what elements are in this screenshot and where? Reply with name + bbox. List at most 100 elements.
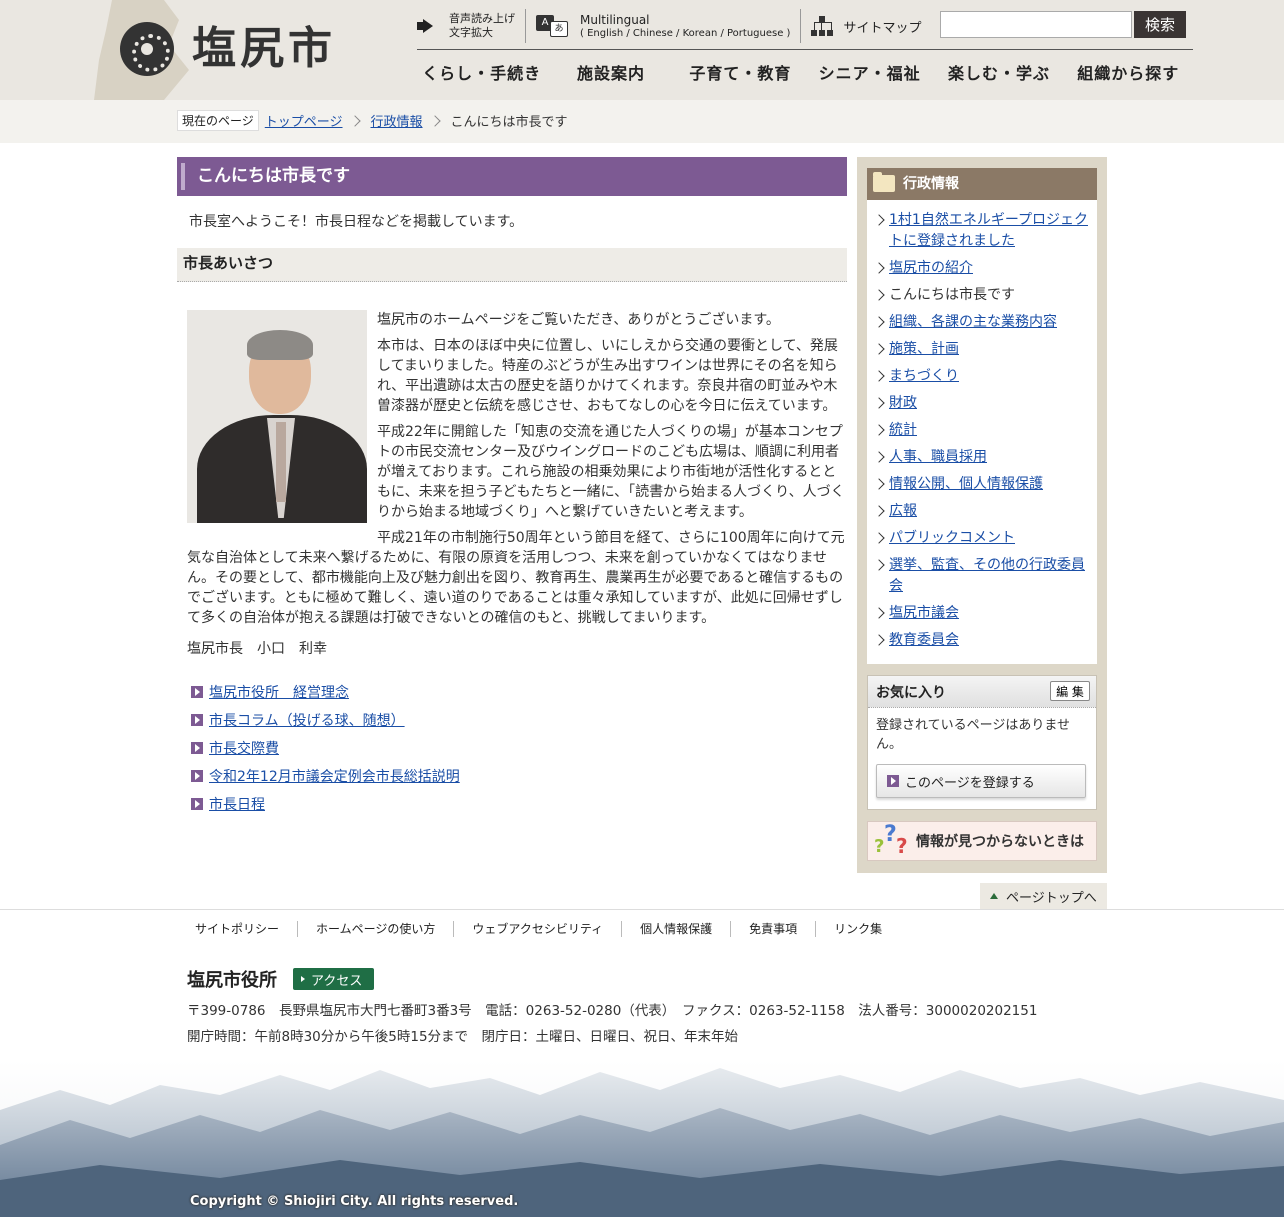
question-icon: ? ? ? — [874, 822, 908, 858]
footer-links: サイトポリシー ホームページの使い方 ウェブアクセシビリティ 個人情報保護 免責… — [177, 918, 900, 940]
sidebar-item-energy[interactable]: 1村1自然エネルギープロジェクトに登録されました — [889, 212, 1088, 249]
sidebar-item-pr[interactable]: 広報 — [889, 503, 917, 519]
arrow-right-icon — [191, 742, 203, 754]
arrow-right-icon — [191, 798, 203, 810]
help-label: 情報が見つからないときは — [916, 834, 1084, 850]
link-schedule[interactable]: 市長日程 — [209, 794, 265, 814]
divider — [800, 9, 802, 43]
sidebar-item: 1村1自然エネルギープロジェクトに登録されました — [875, 210, 1091, 252]
multilingual-title: Multilingual — [580, 12, 650, 27]
divider — [525, 9, 526, 43]
sitemap-label: サイトマップ — [843, 20, 922, 36]
sitemap-link[interactable]: サイトマップ — [811, 8, 921, 44]
greeting-paragraph: 平成21年の市制施行50周年という節目を経て、さらに100周年に向けて元気な自治… — [187, 530, 845, 626]
link-philosophy[interactable]: 塩尻市役所 経営理念 — [209, 682, 349, 702]
sidebar-item: 広報 — [875, 501, 1091, 522]
sidebar-list: 1村1自然エネルギープロジェクトに登録されました 塩尻市の紹介 こんにちは市長で… — [867, 200, 1097, 651]
help-banner[interactable]: ? ? ? 情報が見つからないときは — [867, 821, 1097, 861]
list-item: 市長コラム（投げる球、随想） — [191, 706, 847, 734]
sidebar-item: パブリックコメント — [875, 528, 1091, 549]
sidebar-item: 塩尻市議会 — [875, 603, 1091, 624]
list-item: 塩尻市役所 経営理念 — [191, 678, 847, 706]
footer-link-links[interactable]: リンク集 — [816, 921, 900, 937]
sidebar-item: 教育委員会 — [875, 630, 1091, 651]
gnav-facilities[interactable]: 施設案内 — [546, 58, 675, 92]
sitemap-icon — [811, 16, 834, 36]
footer-link-privacy[interactable]: 個人情報保護 — [622, 921, 732, 937]
lead-text: 市長室へようこそ！市長日程などを掲載しています。 — [189, 214, 524, 230]
zoom-label: 文字拡大 — [449, 26, 493, 39]
link-assembly-speech[interactable]: 令和2年12月市議会定例会市長総括説明 — [209, 766, 460, 786]
footer-link-accessibility[interactable]: ウェブアクセシビリティ — [454, 921, 623, 937]
sidebar-item-recruit[interactable]: 人事、職員採用 — [889, 449, 987, 465]
multilingual-link[interactable]: Aあ Multilingual ( English / Chinese / Ko… — [536, 8, 790, 44]
section-heading: 市長あいさつ — [177, 248, 847, 282]
sidebar-item: まちづくり — [875, 366, 1091, 387]
sidebar-item-intro[interactable]: 塩尻市の紹介 — [889, 260, 973, 276]
copyright: Copyright © Shiojiri City. All rights re… — [190, 1194, 519, 1209]
footer-link-site-policy[interactable]: サイトポリシー — [177, 921, 299, 937]
global-nav: くらし・手続き 施設案内 子育て・教育 シニア・福祉 楽しむ・学ぶ 組織から探す — [417, 58, 1193, 92]
list-item: 令和2年12月市議会定例会市長総括説明 — [191, 762, 847, 790]
multilingual-icon: Aあ — [536, 15, 570, 37]
sidebar-item-finance[interactable]: 財政 — [889, 395, 917, 411]
sidebar-nav-title-text: 行政情報 — [903, 176, 959, 192]
gnav-senior[interactable]: シニア・福祉 — [805, 58, 934, 92]
page-top-label: ページトップへ — [1006, 890, 1097, 906]
sidebar-item: 組織、各課の主な業務内容 — [875, 312, 1091, 333]
office-hours: 開庁時間：午前8時30分から午後5時15分まで 閉庁日：土曜日、日曜日、祝日、年… — [187, 1029, 739, 1045]
sidebar-item-public-comment[interactable]: パブリックコメント — [889, 530, 1015, 546]
gnav-enjoy[interactable]: 楽しむ・学ぶ — [934, 58, 1063, 92]
register-page-button[interactable]: このページを登録する — [876, 764, 1086, 798]
sidebar-item-organization[interactable]: 組織、各課の主な業務内容 — [889, 314, 1057, 330]
sidebar-item-statistics[interactable]: 統計 — [889, 422, 917, 438]
divider — [0, 909, 1284, 910]
sidebar-nav-title: 行政情報 — [867, 168, 1097, 200]
sidebar-item-mayor-current: こんにちは市長です — [889, 287, 1015, 303]
chevron-right-icon — [348, 114, 361, 127]
sidebar-item-policy[interactable]: 施策、計画 — [889, 341, 959, 357]
arrow-right-icon — [191, 770, 203, 782]
site-header: 塩尻市 音声読み上げ 文字拡大 Aあ Multilingual ( Englis… — [0, 0, 1284, 100]
city-emblem-icon — [120, 22, 174, 76]
gnav-kurashi[interactable]: くらし・手続き — [417, 58, 546, 92]
sidebar-item-disclosure[interactable]: 情報公開、個人情報保護 — [889, 476, 1043, 492]
search-input[interactable] — [940, 11, 1132, 38]
mayor-photo — [187, 310, 367, 523]
page-top-arrow-icon — [990, 893, 998, 899]
footer-link-disclaimer[interactable]: 免責事項 — [731, 921, 817, 937]
gnav-organization[interactable]: 組織から探す — [1064, 58, 1193, 92]
breadcrumb-admin[interactable]: 行政情報 — [371, 111, 423, 130]
sidebar-item: こんにちは市長です — [875, 285, 1091, 306]
list-item: 市長日程 — [191, 790, 847, 818]
chevron-right-icon — [428, 114, 441, 127]
office-info: 塩尻市役所 アクセス — [187, 966, 375, 992]
link-expenses[interactable]: 市長交際費 — [209, 738, 279, 758]
search-button[interactable]: 検索 — [1134, 11, 1186, 38]
sidebar-item: 選挙、監査、その他の行政委員会 — [875, 555, 1091, 597]
site-logo[interactable]: 塩尻市 — [120, 22, 336, 76]
footer-link-howto[interactable]: ホームページの使い方 — [298, 921, 455, 937]
gnav-childcare[interactable]: 子育て・教育 — [676, 58, 805, 92]
sidebar-item-election[interactable]: 選挙、監査、その他の行政委員会 — [889, 557, 1085, 594]
office-address: 〒399-0786 長野県塩尻市大門七番町3番3号 電話：0263-52-028… — [187, 1003, 1038, 1019]
sidebar-item: 人事、職員採用 — [875, 447, 1091, 468]
sidebar-item-town[interactable]: まちづくり — [889, 368, 959, 384]
sidebar-item: 統計 — [875, 420, 1091, 441]
breadcrumb-home[interactable]: トップページ — [265, 111, 343, 130]
arrow-right-icon — [887, 775, 899, 787]
access-button[interactable]: アクセス — [293, 968, 375, 990]
page-top-button[interactable]: ページトップへ — [980, 883, 1107, 909]
related-links: 塩尻市役所 経営理念 市長コラム（投げる球、随想） 市長交際費 令和2年12月市… — [191, 678, 847, 818]
sidebar-item-education[interactable]: 教育委員会 — [889, 632, 959, 648]
sidebar-item: 情報公開、個人情報保護 — [875, 474, 1091, 495]
favorites-edit-button[interactable]: 編 集 — [1050, 681, 1090, 701]
favorites-empty-message: 登録されているページはありません。 — [876, 718, 1070, 752]
link-column[interactable]: 市長コラム（投げる球、随想） — [209, 710, 405, 730]
arrow-right-icon — [191, 714, 203, 726]
voice-zoom-link[interactable]: 音声読み上げ 文字拡大 — [417, 8, 515, 44]
breadcrumb-current: こんにちは市長です — [450, 115, 568, 130]
sidebar-item-assembly[interactable]: 塩尻市議会 — [889, 605, 959, 621]
breadcrumb: 現在のページ トップページ 行政情報 こんにちは市長です — [177, 110, 568, 131]
sidebar: 行政情報 1村1自然エネルギープロジェクトに登録されました 塩尻市の紹介 こんに… — [857, 157, 1107, 873]
